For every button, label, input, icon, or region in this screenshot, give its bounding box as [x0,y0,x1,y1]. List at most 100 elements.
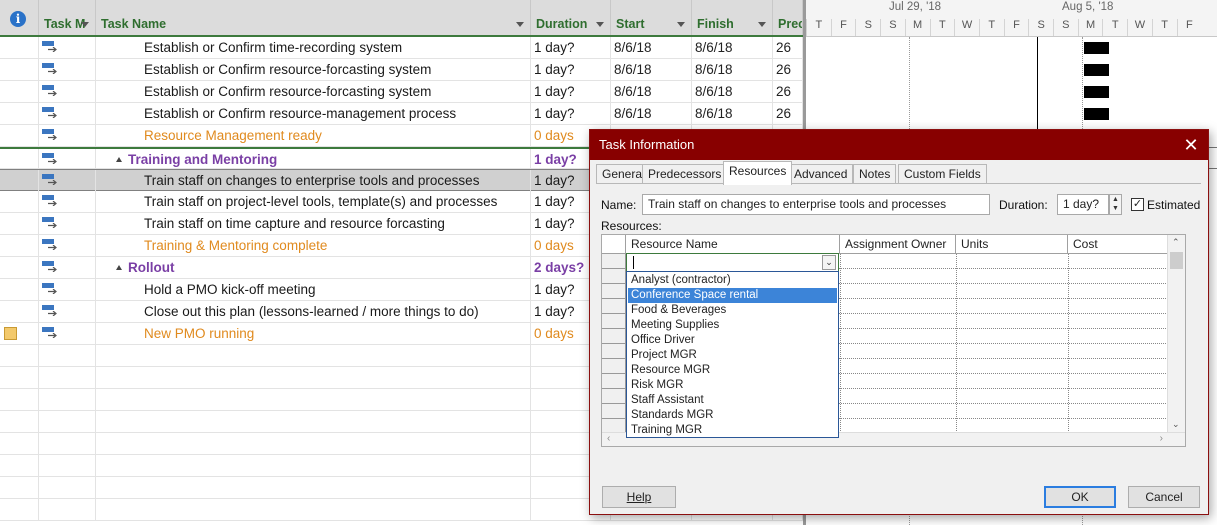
task-name-cell[interactable]: Establish or Confirm time-recording syst… [96,37,531,58]
task-mode-cell[interactable] [39,149,96,170]
duration-cell[interactable]: 1 day? [531,81,611,102]
col-units[interactable]: Units [956,235,1068,254]
task-name-cell[interactable]: Training & Mentoring complete [96,235,531,256]
row-number-cell[interactable] [602,284,626,299]
task-name-cell[interactable]: Training and Mentoring [96,149,531,170]
duration-cell[interactable]: 1 day? [531,59,611,80]
task-name-cell[interactable]: Establish or Confirm resource-management… [96,103,531,124]
dropdown-option[interactable]: Standards MGR [628,408,837,423]
row-number-cell[interactable] [602,254,626,269]
chevron-down-icon[interactable] [81,22,89,27]
scroll-up-icon[interactable]: ⌃ [1172,237,1180,248]
start-cell[interactable]: 8/6/18 [611,103,692,124]
task-name-cell[interactable]: Rollout [96,257,531,278]
task-mode-header[interactable]: Task M [39,0,96,35]
task-name-header[interactable]: Task Name [96,0,531,35]
start-cell[interactable]: 8/6/18 [611,81,692,102]
task-mode-cell[interactable] [39,323,96,344]
dropdown-option[interactable]: Project MGR [628,348,837,363]
row-number-cell[interactable] [602,314,626,329]
collapse-icon[interactable] [116,157,122,162]
estimated-checkbox[interactable]: ✓ [1131,198,1144,211]
finish-cell[interactable]: 8/6/18 [692,59,773,80]
tab-custom-fields[interactable]: Custom Fields [898,164,987,184]
gantt-bar[interactable] [1084,64,1109,76]
collapse-icon[interactable] [116,265,122,270]
gantt-bar[interactable] [1084,86,1109,98]
table-row[interactable]: Establish or Confirm time-recording syst… [0,37,803,59]
predecessors-header[interactable]: Prec [773,0,803,35]
start-header[interactable]: Start [611,0,692,35]
dropdown-option[interactable]: Office Driver [628,333,837,348]
tab-resources[interactable]: Resources [723,161,793,185]
task-name-field[interactable]: Train staff on changes to enterprise too… [642,194,990,215]
close-icon[interactable]: ✕ [1174,130,1208,160]
resource-name-combobox[interactable]: ⌄ [626,253,839,272]
spin-up-icon[interactable]: ▲ [1110,195,1121,204]
task-name-cell[interactable]: Resource Management ready [96,125,531,146]
task-name-cell[interactable]: Establish or Confirm resource-forcasting… [96,81,531,102]
duration-cell[interactable]: 1 day? [531,103,611,124]
dropdown-option[interactable]: Food & Beverages [628,303,837,318]
task-mode-cell[interactable] [39,103,96,124]
dropdown-option[interactable]: Staff Assistant [628,393,837,408]
predecessors-cell[interactable]: 26 [773,59,803,80]
tab-notes[interactable]: Notes [853,164,897,184]
dropdown-option[interactable]: Meeting Supplies [628,318,837,333]
task-mode-cell[interactable] [39,235,96,256]
row-number-cell[interactable] [602,299,626,314]
task-mode-cell[interactable] [39,59,96,80]
tab-predecessors[interactable]: Predecessors [642,164,728,184]
row-number-cell[interactable] [602,389,626,404]
indicators-header[interactable]: i [0,0,39,35]
tab-advanced[interactable]: Advanced [788,164,854,184]
col-cost[interactable]: Cost [1068,235,1175,254]
task-name-cell[interactable]: Train staff on project-level tools, temp… [96,191,531,212]
duration-header[interactable]: Duration [531,0,611,35]
col-resource-name[interactable]: Resource Name [626,235,840,254]
dropdown-option[interactable]: Training MGR [628,423,837,438]
task-mode-cell[interactable] [39,257,96,278]
table-row[interactable]: Establish or Confirm resource-forcasting… [0,81,803,103]
task-name-cell[interactable]: Hold a PMO kick-off meeting [96,279,531,300]
gantt-bar[interactable] [1084,108,1109,120]
row-number-cell[interactable] [602,404,626,419]
task-mode-cell[interactable] [39,170,96,191]
predecessors-cell[interactable]: 26 [773,37,803,58]
scroll-down-icon[interactable]: ⌄ [1172,419,1180,430]
task-mode-cell[interactable] [39,191,96,212]
task-name-cell[interactable]: Close out this plan (lessons-learned / m… [96,301,531,322]
row-number-cell[interactable] [602,269,626,284]
chevron-down-icon[interactable] [516,22,524,27]
scroll-thumb[interactable] [1170,252,1183,269]
task-mode-cell[interactable] [39,279,96,300]
help-button[interactable]: Help [602,486,676,508]
finish-header[interactable]: Finish [692,0,773,35]
note-icon[interactable] [4,327,17,340]
task-mode-cell[interactable] [39,81,96,102]
chevron-down-icon[interactable] [758,22,766,27]
scroll-right-icon[interactable]: › [1160,433,1163,444]
scroll-left-icon[interactable]: ‹ [607,433,610,444]
dropdown-option[interactable]: Risk MGR [628,378,837,393]
row-number-cell[interactable] [602,329,626,344]
table-row[interactable]: Establish or Confirm resource-management… [0,103,803,125]
start-cell[interactable]: 8/6/18 [611,59,692,80]
duration-cell[interactable]: 1 day? [531,37,611,58]
task-name-cell[interactable]: New PMO running [96,323,531,344]
task-mode-cell[interactable] [39,125,96,146]
task-name-cell[interactable]: Train staff on time capture and resource… [96,213,531,234]
task-name-cell[interactable]: Train staff on changes to enterprise too… [96,170,531,191]
resource-dropdown-list[interactable]: Analyst (contractor) Conference Space ren… [626,271,839,438]
dropdown-option[interactable]: Resource MGR [628,363,837,378]
row-number-cell[interactable] [602,359,626,374]
task-mode-cell[interactable] [39,301,96,322]
col-assignment-owner[interactable]: Assignment Owner [840,235,956,254]
vertical-scrollbar[interactable]: ⌃ ⌄ [1167,235,1185,432]
finish-cell[interactable]: 8/6/18 [692,81,773,102]
dropdown-option[interactable]: Analyst (contractor) [628,273,837,288]
chevron-down-icon[interactable] [596,22,604,27]
duration-field[interactable]: 1 day? [1057,194,1109,215]
duration-stepper[interactable]: ▲ ▼ [1109,194,1122,215]
cancel-button[interactable]: Cancel [1128,486,1200,508]
